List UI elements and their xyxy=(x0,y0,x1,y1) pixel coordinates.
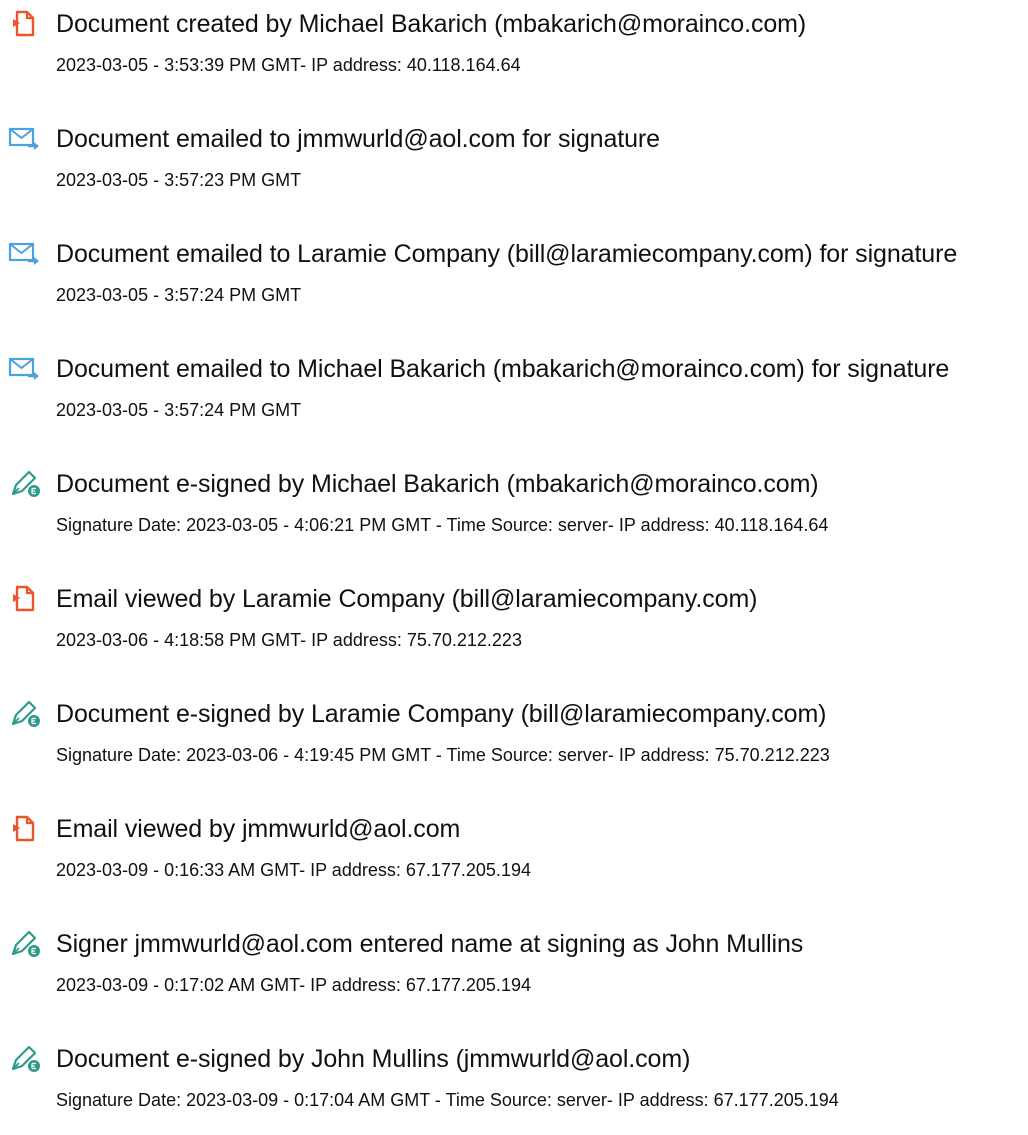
audit-entry: Document e-signed by Laramie Company (bi… xyxy=(0,690,1028,790)
entry-detail: 2023-03-05 - 3:57:24 PM GMT xyxy=(56,285,302,305)
entry-title: Signer jmmwurld@aol.com entered name at … xyxy=(56,930,804,958)
audit-entry: Document emailed to jmmwurld@aol.com for… xyxy=(0,115,1028,215)
audit-entry: Document e-signed by Michael Bakarich (m… xyxy=(0,460,1028,560)
audit-entry: Email viewed by Laramie Company (bill@la… xyxy=(0,575,1028,675)
pdf-document-icon xyxy=(8,814,42,844)
audit-entry: Document created by Michael Bakarich (mb… xyxy=(0,0,1028,100)
entry-detail: 2023-03-06 - 4:18:58 PM GMT- IP address:… xyxy=(56,630,522,650)
audit-entry: Signer jmmwurld@aol.com entered name at … xyxy=(0,920,1028,1020)
pdf-document-icon xyxy=(8,9,42,39)
audit-entry: Email viewed by jmmwurld@aol.com 2023-03… xyxy=(0,805,1028,905)
audit-entry: Document emailed to Michael Bakarich (mb… xyxy=(0,345,1028,445)
entry-detail: Signature Date: 2023-03-05 - 4:06:21 PM … xyxy=(56,515,829,535)
entry-detail: 2023-03-09 - 0:16:33 AM GMT- IP address:… xyxy=(56,860,531,880)
audit-entry: Document e-signed by John Mullins (jmmwu… xyxy=(0,1035,1028,1135)
entry-detail: Signature Date: 2023-03-06 - 4:19:45 PM … xyxy=(56,745,830,765)
entry-detail: 2023-03-05 - 3:53:39 PM GMT- IP address:… xyxy=(56,55,521,75)
audit-entry: Document emailed to Laramie Company (bil… xyxy=(0,230,1028,330)
entry-title: Document e-signed by Michael Bakarich (m… xyxy=(56,470,819,498)
email-send-icon xyxy=(8,354,42,384)
e-sign-pen-icon xyxy=(8,1044,42,1074)
entry-title: Document e-signed by John Mullins (jmmwu… xyxy=(56,1045,691,1073)
entry-title: Document emailed to Laramie Company (bil… xyxy=(56,240,958,268)
entry-title: Document e-signed by Laramie Company (bi… xyxy=(56,700,827,728)
entry-detail: Signature Date: 2023-03-09 - 0:17:04 AM … xyxy=(56,1090,839,1110)
email-send-icon xyxy=(8,124,42,154)
entry-detail: 2023-03-05 - 3:57:24 PM GMT xyxy=(56,400,302,420)
entry-title: Document created by Michael Bakarich (mb… xyxy=(56,10,807,38)
pdf-document-icon xyxy=(8,584,42,614)
entry-title: Email viewed by Laramie Company (bill@la… xyxy=(56,585,758,613)
entry-detail: 2023-03-09 - 0:17:02 AM GMT- IP address:… xyxy=(56,975,531,995)
entry-title: Email viewed by jmmwurld@aol.com xyxy=(56,815,461,843)
e-sign-pen-icon xyxy=(8,699,42,729)
e-sign-pen-icon xyxy=(8,469,42,499)
e-sign-pen-icon xyxy=(8,929,42,959)
entry-title: Document emailed to jmmwurld@aol.com for… xyxy=(56,125,660,153)
entry-detail: 2023-03-05 - 3:57:23 PM GMT xyxy=(56,170,302,190)
audit-trail-log: Document created by Michael Bakarich (mb… xyxy=(0,0,1028,1110)
email-send-icon xyxy=(8,239,42,269)
entry-title: Document emailed to Michael Bakarich (mb… xyxy=(56,355,950,383)
